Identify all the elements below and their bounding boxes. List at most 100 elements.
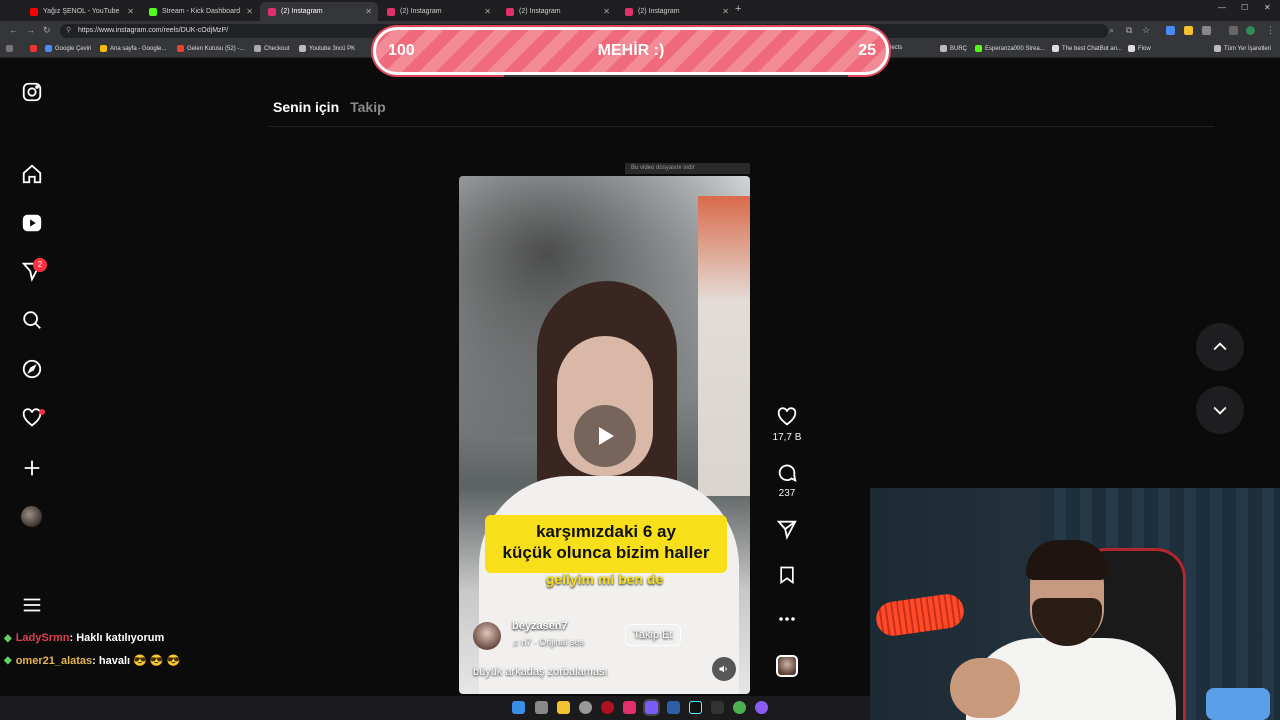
- like-heart-icon[interactable]: [775, 405, 799, 429]
- new-tab-plus-icon[interactable]: +: [735, 3, 741, 15]
- forward-arrow-icon[interactable]: →: [26, 25, 35, 35]
- tab-instagram-3[interactable]: (2) Instagram ✕: [498, 2, 616, 21]
- close-tab-icon[interactable]: ✕: [484, 7, 491, 16]
- instagram-favicon-icon: [625, 7, 633, 16]
- bookmark-star-icon[interactable]: ☆: [1142, 25, 1150, 36]
- webcam-person-hair: [1026, 540, 1108, 580]
- tab-instagram-active[interactable]: (2) Instagram ✕: [260, 2, 378, 21]
- close-tab-icon[interactable]: ✕: [365, 7, 372, 16]
- bookmark-item[interactable]: Ana sayfa - Google...: [100, 45, 166, 52]
- caption-line-1: karşımızdaki 6 ay: [536, 522, 676, 541]
- bookmark-label: BURÇ: [950, 45, 968, 52]
- back-arrow-icon[interactable]: ←: [9, 25, 18, 35]
- menu-dots-icon[interactable]: ⋮: [1266, 25, 1275, 36]
- bookmark-item[interactable]: The best ChatBot an...: [1052, 45, 1122, 52]
- create-plus-icon[interactable]: [20, 456, 44, 480]
- kick-favicon-icon: [149, 7, 157, 16]
- goal-title: MEHİR :): [597, 42, 665, 59]
- follow-button[interactable]: Takip Et: [625, 624, 681, 646]
- photoshop-icon[interactable]: [667, 701, 680, 714]
- search-icon[interactable]: [20, 308, 44, 332]
- chrome-icon[interactable]: [733, 701, 746, 714]
- tab-title: (2) Instagram: [638, 8, 680, 15]
- bookmark-item[interactable]: Google Çeviri: [45, 45, 91, 52]
- app-icon[interactable]: [601, 701, 614, 714]
- tab-instagram-2[interactable]: (2) Instagram ✕: [379, 2, 497, 21]
- tiktok-icon[interactable]: [689, 701, 702, 714]
- close-window-icon[interactable]: ✕: [1264, 3, 1271, 12]
- chevron-down-icon: [1213, 406, 1227, 415]
- start-windows-icon[interactable]: [512, 701, 525, 714]
- bookmark-folder[interactable]: BURÇ: [940, 45, 967, 52]
- next-reel-button[interactable]: [1196, 386, 1244, 434]
- side-panel-icon[interactable]: [1229, 26, 1238, 35]
- hamburger-menu-icon[interactable]: [20, 593, 44, 617]
- bookmark-label: Esperanza000 Strea...: [985, 45, 1045, 52]
- bookmark-item[interactable]: [30, 45, 40, 52]
- reels-icon[interactable]: [20, 211, 44, 235]
- reload-icon[interactable]: ↻: [43, 25, 51, 36]
- bookmark-item[interactable]: Checkout: [254, 45, 289, 52]
- close-tab-icon[interactable]: ✕: [127, 7, 134, 16]
- tab-for-you[interactable]: Senin için: [273, 99, 339, 115]
- streamer-webcam: [870, 488, 1280, 720]
- tab-instagram-4[interactable]: (2) Instagram ✕: [617, 2, 735, 21]
- bookmark-label: Tüm Yer İşaretleri: [1224, 45, 1272, 52]
- close-tab-icon[interactable]: ✕: [722, 7, 729, 16]
- app-icon[interactable]: [643, 699, 660, 716]
- close-tab-icon[interactable]: ✕: [603, 7, 610, 16]
- profile-avatar-icon[interactable]: [1246, 26, 1255, 35]
- share-send-icon[interactable]: [775, 517, 799, 541]
- explore-compass-icon[interactable]: [20, 357, 44, 381]
- reel-description[interactable]: büyük arkadaş zorbalaması: [473, 666, 608, 678]
- save-bookmark-icon[interactable]: [775, 563, 799, 587]
- bookmark-item[interactable]: Flow: [1128, 45, 1151, 52]
- task-view-icon[interactable]: [535, 701, 548, 714]
- install-app-icon[interactable]: ⧉: [1126, 25, 1132, 36]
- bookmark-label: The best ChatBot an...: [1062, 45, 1123, 52]
- site-info-icon[interactable]: ⚲: [66, 24, 71, 38]
- profile-avatar[interactable]: [21, 506, 42, 527]
- app-icon[interactable]: [579, 701, 592, 714]
- extension-icon[interactable]: [1166, 26, 1175, 35]
- author-avatar[interactable]: [473, 622, 501, 650]
- home-icon[interactable]: [20, 162, 44, 186]
- comment-bubble-icon[interactable]: [775, 461, 799, 485]
- author-username[interactable]: beyzasen7: [512, 620, 568, 632]
- tab-youtube[interactable]: Yağız ŞENOL - YouTube ✕: [22, 2, 140, 21]
- chat-text: : Haklı katılıyorum: [69, 632, 165, 644]
- apps-grid-icon[interactable]: [6, 45, 16, 52]
- download-video-strip[interactable]: Bu video dosyasını indir: [625, 163, 750, 174]
- zoom-search-icon[interactable]: ⌕: [1109, 25, 1114, 36]
- file-explorer-icon[interactable]: [557, 701, 570, 714]
- all-bookmarks-folder[interactable]: Tüm Yer İşaretleri: [1214, 45, 1271, 52]
- reel-video[interactable]: karşımızdaki 6 ay küçük olunca bizim hal…: [459, 176, 750, 694]
- search-bar-edge: [504, 74, 848, 77]
- previous-reel-button[interactable]: [1196, 323, 1244, 371]
- close-tab-icon[interactable]: ✕: [246, 7, 253, 16]
- more-options-icon[interactable]: [775, 607, 799, 631]
- extension-icon[interactable]: [1184, 26, 1193, 35]
- bookmark-item[interactable]: Esperanza000 Strea...: [975, 45, 1045, 52]
- play-button[interactable]: [574, 405, 636, 467]
- app-icon[interactable]: [711, 701, 724, 714]
- extensions-puzzle-icon[interactable]: [1202, 26, 1211, 35]
- tab-following[interactable]: Takip: [350, 99, 386, 115]
- tab-title: Yağız ŞENOL - YouTube: [43, 8, 120, 15]
- audio-thumbnail[interactable]: [776, 655, 798, 677]
- instagram-logo-icon[interactable]: [20, 80, 44, 104]
- bookmark-label: Youtube 3ncü PK: [309, 45, 356, 52]
- caption-line-2: küçük olunca bizim haller: [502, 543, 710, 562]
- bookmark-label: Ana sayfa - Google...: [110, 45, 167, 52]
- app-icon[interactable]: [755, 701, 768, 714]
- audio-info[interactable]: ♫ n7 · Orijinal ses: [512, 637, 584, 647]
- notifications-badge: 2: [33, 258, 47, 272]
- minimize-icon[interactable]: —: [1218, 3, 1226, 12]
- mute-toggle[interactable]: [712, 657, 736, 681]
- bookmark-item[interactable]: Gelen Kutusu (52) -...: [177, 45, 244, 52]
- bookmark-folder[interactable]: Youtube 3ncü PK: [299, 45, 355, 52]
- instagram-app-icon[interactable]: [623, 701, 636, 714]
- webcam-person-hands: [950, 658, 1020, 718]
- maximize-icon[interactable]: ☐: [1241, 3, 1248, 12]
- tab-kick[interactable]: Stream - Kick Dashboard ✕: [141, 2, 259, 21]
